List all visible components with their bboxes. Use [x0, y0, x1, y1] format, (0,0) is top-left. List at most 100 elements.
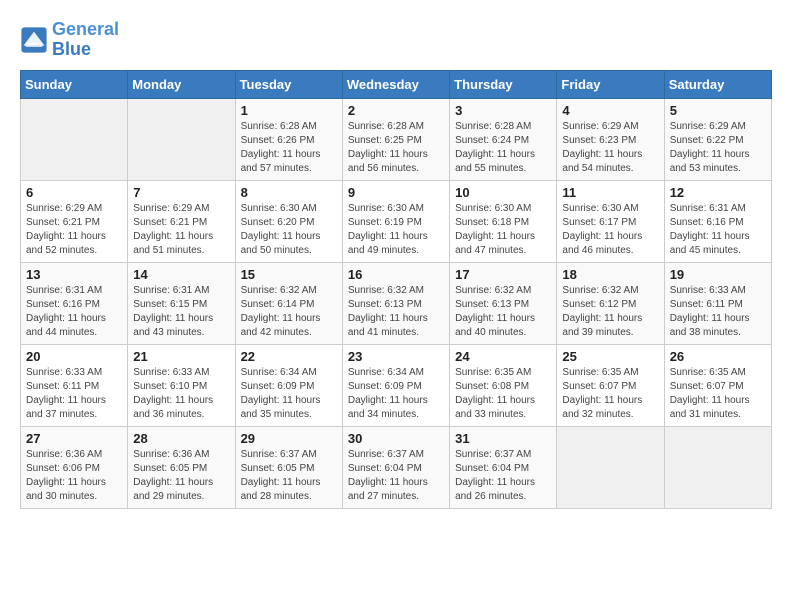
day-number: 12: [670, 185, 766, 200]
calendar-cell: 6 Sunrise: 6:29 AM Sunset: 6:21 PM Daylig…: [21, 180, 128, 262]
calendar-cell: [128, 98, 235, 180]
day-number: 24: [455, 349, 551, 364]
day-number: 8: [241, 185, 337, 200]
day-number: 18: [562, 267, 658, 282]
day-number: 13: [26, 267, 122, 282]
day-info: Sunrise: 6:29 AM Sunset: 6:22 PM Dayligh…: [670, 120, 766, 176]
calendar-cell: 2Sunrise: 6:28 AM Sunset: 6:25 PM Daylig…: [342, 98, 449, 180]
day-number: 23: [348, 349, 444, 364]
weekday-sunday: Sunday: [21, 70, 128, 98]
calendar-cell: 24 Sunrise: 6:35 AM Sunset: 6:08 PM Dayli…: [450, 344, 557, 426]
day-number: 31: [455, 431, 551, 446]
day-info: Sunrise: 6:30 AM Sunset: 6:18 PM Dayligh…: [455, 202, 551, 258]
day-info: Sunrise: 6:37 AM Sunset: 6:04 PM Dayligh…: [455, 448, 551, 504]
calendar-cell: 30 Sunrise: 6:37 AM Sunset: 6:04 PM Dayli…: [342, 426, 449, 508]
weekday-row: SundayMondayTuesdayWednesdayThursdayFrid…: [21, 70, 772, 98]
week-row-1: 1 Sunrise: 6:28 AM Sunset: 6:26 PM Daylig…: [21, 98, 772, 180]
logo-text: General Blue: [52, 20, 119, 60]
weekday-saturday: Saturday: [664, 70, 771, 98]
calendar-header: SundayMondayTuesdayWednesdayThursdayFrid…: [21, 70, 772, 98]
day-number: 5: [670, 103, 766, 118]
day-info: Sunrise: 6:30 AM Sunset: 6:17 PM Dayligh…: [562, 202, 658, 258]
calendar-cell: 4Sunrise: 6:29 AM Sunset: 6:23 PM Daylig…: [557, 98, 664, 180]
day-number: 29: [241, 431, 337, 446]
week-row-2: 6 Sunrise: 6:29 AM Sunset: 6:21 PM Daylig…: [21, 180, 772, 262]
week-row-5: 27 Sunrise: 6:36 AM Sunset: 6:06 PM Dayli…: [21, 426, 772, 508]
calendar-cell: 8 Sunrise: 6:30 AM Sunset: 6:20 PM Daylig…: [235, 180, 342, 262]
week-row-3: 13 Sunrise: 6:31 AM Sunset: 6:16 PM Dayli…: [21, 262, 772, 344]
day-info: Sunrise: 6:32 AM Sunset: 6:14 PM Dayligh…: [241, 284, 337, 340]
day-number: 10: [455, 185, 551, 200]
calendar-cell: 16Sunrise: 6:32 AM Sunset: 6:13 PM Dayli…: [342, 262, 449, 344]
day-info: Sunrise: 6:37 AM Sunset: 6:05 PM Dayligh…: [241, 448, 337, 504]
day-info: Sunrise: 6:36 AM Sunset: 6:06 PM Dayligh…: [26, 448, 122, 504]
day-number: 26: [670, 349, 766, 364]
day-info: Sunrise: 6:31 AM Sunset: 6:16 PM Dayligh…: [26, 284, 122, 340]
day-info: Sunrise: 6:35 AM Sunset: 6:07 PM Dayligh…: [670, 366, 766, 422]
day-number: 19: [670, 267, 766, 282]
weekday-wednesday: Wednesday: [342, 70, 449, 98]
day-info: Sunrise: 6:30 AM Sunset: 6:19 PM Dayligh…: [348, 202, 444, 258]
logo-icon: [20, 26, 48, 54]
day-info: Sunrise: 6:28 AM Sunset: 6:25 PM Dayligh…: [348, 120, 444, 176]
calendar-cell: [664, 426, 771, 508]
weekday-tuesday: Tuesday: [235, 70, 342, 98]
calendar-cell: 19 Sunrise: 6:33 AM Sunset: 6:11 PM Dayli…: [664, 262, 771, 344]
calendar-cell: 9 Sunrise: 6:30 AM Sunset: 6:19 PM Daylig…: [342, 180, 449, 262]
logo: General Blue: [20, 20, 119, 60]
weekday-friday: Friday: [557, 70, 664, 98]
calendar-cell: 26 Sunrise: 6:35 AM Sunset: 6:07 PM Dayli…: [664, 344, 771, 426]
calendar-cell: 7Sunrise: 6:29 AM Sunset: 6:21 PM Daylig…: [128, 180, 235, 262]
day-info: Sunrise: 6:29 AM Sunset: 6:21 PM Dayligh…: [26, 202, 122, 258]
day-number: 6: [26, 185, 122, 200]
day-info: Sunrise: 6:31 AM Sunset: 6:16 PM Dayligh…: [670, 202, 766, 258]
day-number: 11: [562, 185, 658, 200]
day-info: Sunrise: 6:33 AM Sunset: 6:11 PM Dayligh…: [26, 366, 122, 422]
calendar-cell: 17Sunrise: 6:32 AM Sunset: 6:13 PM Dayli…: [450, 262, 557, 344]
calendar-cell: 23Sunrise: 6:34 AM Sunset: 6:09 PM Dayli…: [342, 344, 449, 426]
calendar-body: 1 Sunrise: 6:28 AM Sunset: 6:26 PM Daylig…: [21, 98, 772, 508]
calendar-cell: 13 Sunrise: 6:31 AM Sunset: 6:16 PM Dayli…: [21, 262, 128, 344]
day-info: Sunrise: 6:28 AM Sunset: 6:24 PM Dayligh…: [455, 120, 551, 176]
day-info: Sunrise: 6:35 AM Sunset: 6:08 PM Dayligh…: [455, 366, 551, 422]
weekday-monday: Monday: [128, 70, 235, 98]
calendar-cell: 22Sunrise: 6:34 AM Sunset: 6:09 PM Dayli…: [235, 344, 342, 426]
day-info: Sunrise: 6:32 AM Sunset: 6:12 PM Dayligh…: [562, 284, 658, 340]
calendar-cell: 15Sunrise: 6:32 AM Sunset: 6:14 PM Dayli…: [235, 262, 342, 344]
calendar-cell: 21 Sunrise: 6:33 AM Sunset: 6:10 PM Dayli…: [128, 344, 235, 426]
day-number: 21: [133, 349, 229, 364]
day-number: 28: [133, 431, 229, 446]
day-info: Sunrise: 6:32 AM Sunset: 6:13 PM Dayligh…: [348, 284, 444, 340]
calendar-cell: 12 Sunrise: 6:31 AM Sunset: 6:16 PM Dayli…: [664, 180, 771, 262]
calendar-cell: 14Sunrise: 6:31 AM Sunset: 6:15 PM Dayli…: [128, 262, 235, 344]
calendar-cell: 3 Sunrise: 6:28 AM Sunset: 6:24 PM Daylig…: [450, 98, 557, 180]
day-info: Sunrise: 6:35 AM Sunset: 6:07 PM Dayligh…: [562, 366, 658, 422]
day-number: 30: [348, 431, 444, 446]
day-info: Sunrise: 6:33 AM Sunset: 6:11 PM Dayligh…: [670, 284, 766, 340]
calendar-cell: 28 Sunrise: 6:36 AM Sunset: 6:05 PM Dayli…: [128, 426, 235, 508]
calendar-cell: 27 Sunrise: 6:36 AM Sunset: 6:06 PM Dayli…: [21, 426, 128, 508]
day-number: 9: [348, 185, 444, 200]
day-info: Sunrise: 6:37 AM Sunset: 6:04 PM Dayligh…: [348, 448, 444, 504]
calendar-cell: 25Sunrise: 6:35 AM Sunset: 6:07 PM Dayli…: [557, 344, 664, 426]
calendar-cell: 20Sunrise: 6:33 AM Sunset: 6:11 PM Dayli…: [21, 344, 128, 426]
day-number: 3: [455, 103, 551, 118]
day-info: Sunrise: 6:28 AM Sunset: 6:26 PM Dayligh…: [241, 120, 337, 176]
weekday-thursday: Thursday: [450, 70, 557, 98]
calendar-cell: [21, 98, 128, 180]
day-info: Sunrise: 6:30 AM Sunset: 6:20 PM Dayligh…: [241, 202, 337, 258]
day-info: Sunrise: 6:33 AM Sunset: 6:10 PM Dayligh…: [133, 366, 229, 422]
calendar-cell: 1 Sunrise: 6:28 AM Sunset: 6:26 PM Daylig…: [235, 98, 342, 180]
day-info: Sunrise: 6:34 AM Sunset: 6:09 PM Dayligh…: [241, 366, 337, 422]
day-info: Sunrise: 6:36 AM Sunset: 6:05 PM Dayligh…: [133, 448, 229, 504]
day-number: 7: [133, 185, 229, 200]
calendar-cell: 29 Sunrise: 6:37 AM Sunset: 6:05 PM Dayli…: [235, 426, 342, 508]
day-number: 1: [241, 103, 337, 118]
week-row-4: 20Sunrise: 6:33 AM Sunset: 6:11 PM Dayli…: [21, 344, 772, 426]
day-number: 17: [455, 267, 551, 282]
day-number: 14: [133, 267, 229, 282]
calendar-cell: 10 Sunrise: 6:30 AM Sunset: 6:18 PM Dayli…: [450, 180, 557, 262]
day-number: 27: [26, 431, 122, 446]
calendar-cell: [557, 426, 664, 508]
day-info: Sunrise: 6:29 AM Sunset: 6:23 PM Dayligh…: [562, 120, 658, 176]
